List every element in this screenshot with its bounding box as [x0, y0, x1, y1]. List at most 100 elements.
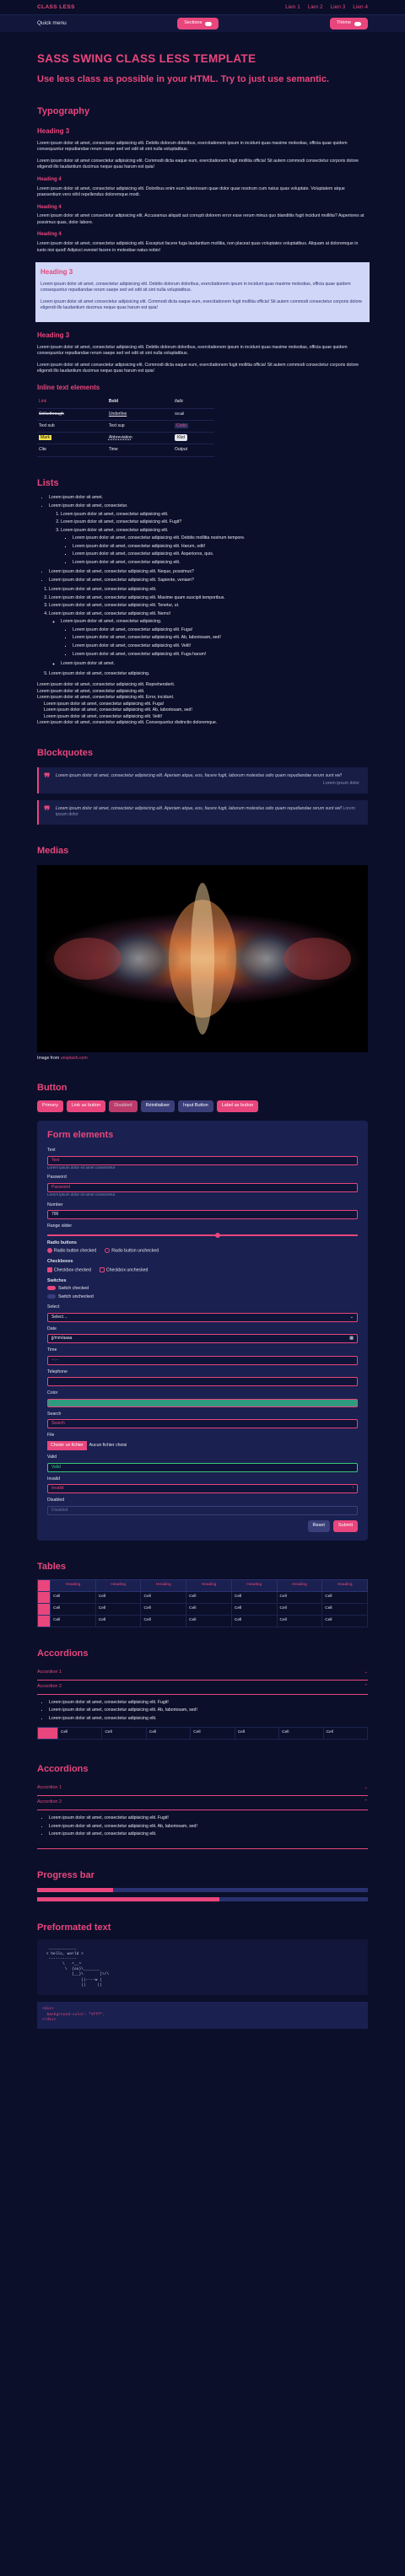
invalid-label: Invalid — [47, 1476, 60, 1482]
tel-input[interactable] — [47, 1377, 358, 1387]
list-item: Lorem ipsum dolor sit amet, consectetur … — [61, 519, 368, 526]
nav-link-4[interactable]: Lien 4 — [353, 3, 368, 11]
theme-button[interactable]: Thème — [329, 18, 368, 30]
accordion-2[interactable]: Accordion 2 ⌃ — [37, 1681, 368, 1695]
text-placeholder: Text — [51, 1157, 60, 1163]
paragraph: Lorem ipsum dolor sit amet consectetur a… — [37, 362, 359, 374]
plain-list-item: Lorem ipsum dolor sit amet, consectetur … — [44, 707, 192, 713]
date-label: Date — [47, 1326, 57, 1331]
primary-button[interactable]: Primary — [37, 1100, 63, 1113]
checkbox-checked[interactable]: Checkbox checked — [47, 1266, 91, 1274]
table-cell: Cell — [50, 1590, 96, 1604]
list-item: Lorem ipsum dolor sit amet. — [49, 495, 368, 502]
checkbox-unchecked[interactable]: Checkbox unchecked — [99, 1266, 148, 1274]
search-group: Search Search — [47, 1412, 358, 1429]
blockquote: ❞ Lorem ipsum dolor sit amet, consectetu… — [37, 766, 368, 793]
search-input[interactable]: Search — [47, 1419, 358, 1429]
date-input[interactable]: jj/mm/aaaa ▦ — [47, 1334, 358, 1344]
checkbox-checked-icon — [47, 1266, 52, 1272]
table-row: Cell Cell Cell Cell Cell Cell Cell — [36, 1614, 368, 1627]
table-row: Text sub Text sup Code — [37, 420, 214, 433]
range-slider[interactable] — [47, 1232, 358, 1238]
link-sample[interactable]: Link — [37, 396, 107, 409]
input-button[interactable]: Input Button — [178, 1100, 213, 1113]
tables-heading: Tables — [37, 1561, 67, 1572]
list-item: Lorem ipsum dolor sit amet, consectetur … — [73, 560, 368, 567]
color-input[interactable] — [47, 1398, 358, 1407]
form-heading: Form elements — [47, 1130, 114, 1141]
radio-checked[interactable]: Radio button checked — [47, 1248, 96, 1255]
link-button[interactable]: Link as button — [66, 1100, 106, 1113]
table-cell: Cell — [94, 1614, 142, 1627]
heading-3: Heading 3 — [40, 268, 73, 277]
time-label: Time — [47, 1347, 57, 1353]
select-input[interactable]: Select… ⌄ — [47, 1312, 358, 1322]
disabled-input: Disabled — [47, 1505, 358, 1515]
form-reset-button[interactable]: Reset — [307, 1519, 330, 1532]
table-cell: Cell — [140, 1602, 187, 1616]
unordered-list: Lorem ipsum dolor sit amet. Lorem ipsum … — [37, 495, 368, 583]
caption-link[interactable]: unsplash.com — [61, 1056, 88, 1061]
table-header-row: Heading Heading Heading Heading Heading … — [36, 1578, 368, 1592]
chevron-down-icon: ⌄ — [364, 1785, 368, 1791]
color-group: Color — [47, 1390, 358, 1407]
disabled-group: Disabled Disabled — [47, 1498, 358, 1515]
plain-list-item: Lorem ipsum dolor sit amet, consectetur … — [37, 682, 176, 688]
label-button[interactable]: Label as button — [216, 1100, 259, 1113]
list-item: Lorem ipsum dolor sit amet, consectetur … — [73, 627, 368, 634]
accordion-1[interactable]: Accordion 1 ⌄ — [37, 1782, 368, 1797]
table-row: Mark Abbreviation Kbd — [37, 432, 214, 445]
reset-button[interactable]: Réinitialiser — [140, 1100, 176, 1113]
select-value: Select… — [51, 1314, 68, 1320]
number-input[interactable]: 700 — [47, 1210, 358, 1220]
site-brand[interactable]: CLASS LESS — [37, 3, 75, 11]
sections-button[interactable]: Sections — [177, 18, 219, 30]
radio-unchecked[interactable]: Radio button unchecked — [105, 1248, 159, 1255]
disabled-value: Disabled — [51, 1507, 68, 1513]
paragraph: Lorem ipsum dolor sit amet consectetur a… — [37, 213, 364, 225]
nested-list: Lorem ipsum dolor sit amet, consectetur … — [61, 535, 368, 566]
progress-fill — [37, 1887, 114, 1892]
password-input[interactable]: Password — [47, 1182, 358, 1192]
nav-link-3[interactable]: Lien 3 — [331, 3, 346, 11]
top-links: Lien 1 Lien 2 Lien 3 Lien 4 — [285, 3, 368, 11]
range-thumb[interactable] — [215, 1232, 221, 1238]
radio-row: Radio button checked Radio button unchec… — [47, 1248, 358, 1255]
time-input[interactable]: --:-- — [47, 1355, 358, 1365]
list-item: Lorem ipsum dolor sit amet, consectetur … — [49, 1815, 368, 1822]
alert-icon: ! — [352, 1486, 354, 1492]
table-cell: Cell — [94, 1602, 142, 1616]
checkbox-unchecked-icon — [99, 1266, 105, 1272]
toggle-icon — [354, 21, 361, 26]
table-row: Cell Cell Cell Cell Cell Cell Cell — [36, 1602, 368, 1616]
switch-unchecked[interactable]: Switch unchecked — [47, 1294, 358, 1301]
table-cell: Cell — [94, 1590, 142, 1604]
range-field-group: Range slider — [47, 1223, 358, 1238]
nav-link-2[interactable]: Lien 2 — [308, 3, 323, 11]
list-item: Lorem ipsum dolor sit amet, consectetur … — [49, 578, 368, 584]
accordion-1[interactable]: Accordion 1 ⌄ — [37, 1666, 368, 1681]
form-submit-button[interactable]: Submit — [332, 1519, 358, 1532]
file-input[interactable]: Choisir un fichier Aucun fichier choisi — [47, 1440, 358, 1451]
select-label: Select — [47, 1304, 60, 1310]
nav-link-1[interactable]: Lien 1 — [285, 3, 300, 11]
blockquote: ❞ Lorem ipsum dolor sit amet, consectetu… — [37, 799, 368, 825]
switch-checked[interactable]: Switch checked — [47, 1286, 358, 1293]
strike-sample: Strikethrough — [37, 408, 107, 421]
underline-sample: Underline — [106, 408, 173, 421]
text-input[interactable]: Text — [47, 1155, 358, 1165]
row-marker — [36, 1602, 51, 1616]
preformatted-heading: Preformated text — [37, 1922, 111, 1933]
table-cell: Cell — [276, 1590, 323, 1604]
sections-label: Sections — [184, 20, 202, 26]
file-choose-button[interactable]: Choisir un fichier — [47, 1440, 87, 1451]
list-item: Lorem ipsum dolor sit amet, consectetur … — [49, 1707, 368, 1714]
time-value: --:-- — [51, 1357, 59, 1363]
valid-input[interactable]: Valid — [47, 1462, 358, 1472]
select-group: Select Select… ⌄ — [47, 1304, 358, 1322]
main-content: SASS SWING CLASS LESS TEMPLATE Use less … — [0, 51, 405, 2062]
accordion-2[interactable]: Accordion 2 ⌃ — [37, 1796, 368, 1810]
sup-sample: Text sup — [106, 420, 173, 433]
invalid-input[interactable]: Invalid! — [47, 1484, 358, 1494]
calendar-icon[interactable]: ▦ — [349, 1336, 354, 1342]
